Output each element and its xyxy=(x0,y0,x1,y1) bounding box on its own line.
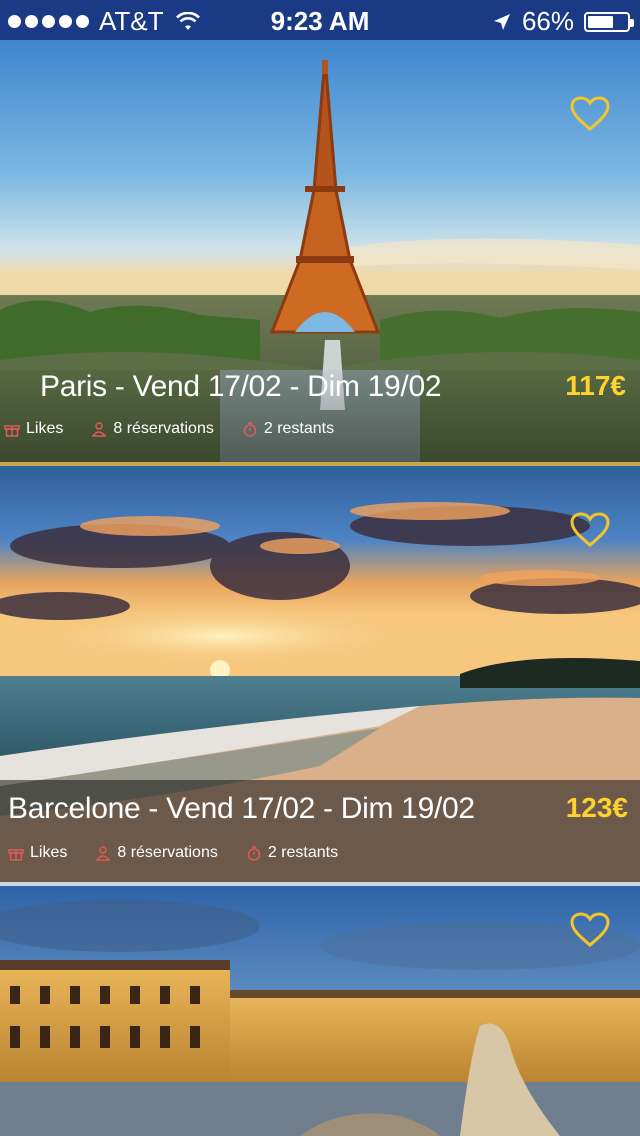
likes[interactable]: Likes xyxy=(8,844,67,862)
battery-percent: 66% xyxy=(521,6,574,36)
likes-label: Likes xyxy=(30,844,68,861)
trip-info-bar: Paris - Vend 17/02 - Dim 19/02 117€ Like… xyxy=(0,370,640,462)
reservations-label: 8 réservations xyxy=(117,844,218,861)
carrier-label: AT&T xyxy=(99,6,164,36)
location-arrow-icon xyxy=(493,13,510,30)
gift-icon xyxy=(8,849,24,861)
trip-title: Paris - Vend 17/02 - Dim 19/02 xyxy=(40,370,442,403)
trip-meta: Likes 8 réservations 2 restants xyxy=(4,420,362,438)
gift-icon xyxy=(4,425,20,437)
user-icon xyxy=(91,422,107,437)
remaining: 2 restants xyxy=(242,420,334,438)
battery-icon xyxy=(584,11,634,32)
remaining: 2 restants xyxy=(246,844,338,862)
screen: AT&T 9:23 AM 66% Paris - Vend 17/02 - Di… xyxy=(0,0,640,1136)
signal-strength-icon xyxy=(8,15,89,28)
status-right: 66% xyxy=(492,6,634,37)
reservations: 8 réservations xyxy=(95,844,218,862)
reservations: 8 réservations xyxy=(91,420,214,438)
trip-card-paris[interactable]: Paris - Vend 17/02 - Dim 19/02 117€ Like… xyxy=(0,40,640,462)
favorite-heart-icon[interactable] xyxy=(570,912,610,948)
favorite-heart-icon[interactable] xyxy=(570,512,610,548)
stopwatch-icon xyxy=(243,422,257,437)
trip-meta: Likes 8 réservations 2 restants xyxy=(8,844,366,862)
trip-info-bar: Barcelone - Vend 17/02 - Dim 19/02 123€ … xyxy=(0,780,640,882)
trip-title: Barcelone - Vend 17/02 - Dim 19/02 xyxy=(8,792,475,825)
user-icon xyxy=(95,846,111,861)
trip-card-barcelone[interactable]: Barcelone - Vend 17/02 - Dim 19/02 123€ … xyxy=(0,466,640,882)
remaining-label: 2 restants xyxy=(263,420,335,437)
reservations-label: 8 réservations xyxy=(113,420,214,437)
favorite-heart-icon[interactable] xyxy=(570,96,610,132)
wifi-icon xyxy=(175,11,200,30)
status-left: AT&T xyxy=(8,6,200,37)
likes-label: Likes xyxy=(26,420,64,437)
remaining-label: 2 restants xyxy=(267,844,339,861)
palace-image xyxy=(0,886,640,1136)
trip-card-palace[interactable] xyxy=(0,886,640,1136)
likes[interactable]: Likes xyxy=(4,420,63,438)
stopwatch-icon xyxy=(247,846,261,861)
status-bar: AT&T 9:23 AM 66% xyxy=(0,0,640,40)
trip-price: 117€ xyxy=(565,370,626,401)
trip-price: 123€ xyxy=(565,792,628,823)
